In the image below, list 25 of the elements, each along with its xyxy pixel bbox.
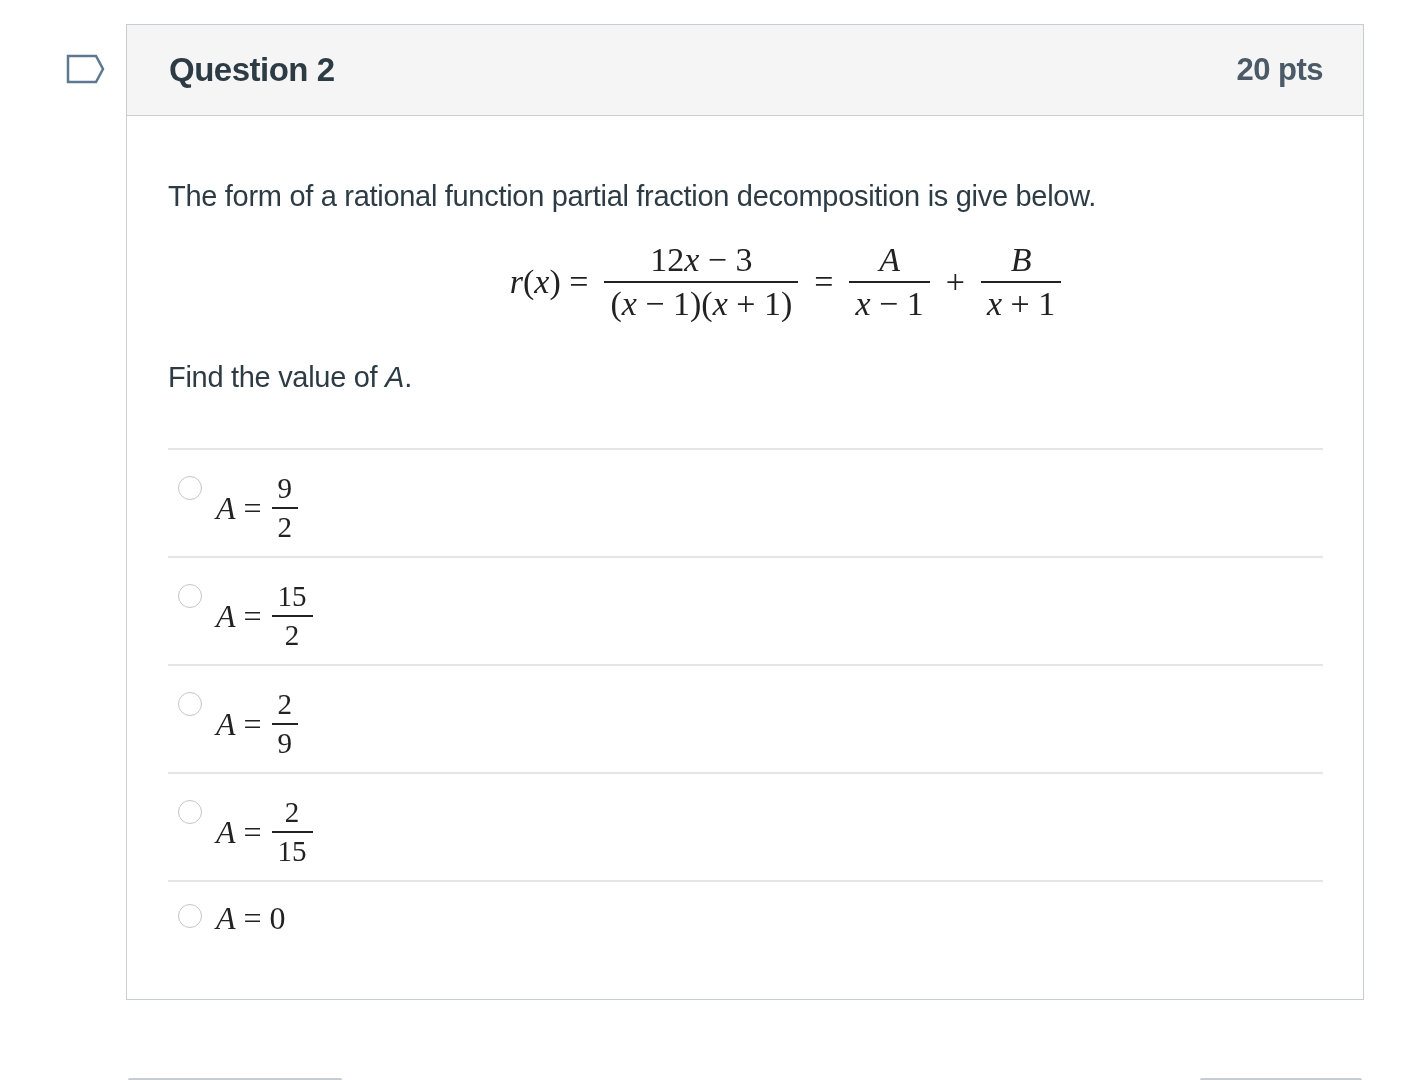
answer-label: A = [216, 489, 262, 527]
math-fraction: B x + 1 [980, 241, 1062, 323]
question-prompt: Find the value of A. [168, 361, 413, 394]
radio-button[interactable] [178, 800, 202, 824]
math-symbol: = [814, 263, 834, 301]
radio-button[interactable] [178, 584, 202, 608]
math-symbol: r(x) = [509, 263, 589, 301]
points-label: 20 pts [1236, 52, 1323, 88]
question-text: The form of a rational function partial fraction decomposition is give below. [168, 180, 1097, 213]
radio-button[interactable] [178, 904, 202, 928]
answer-fraction: 2 15 [271, 796, 313, 868]
answer-label: A = [216, 597, 262, 635]
answer-label: A = [216, 813, 262, 851]
question-title: Question 2 [169, 51, 335, 89]
answer-label: A = [216, 705, 262, 743]
answer-label: A = 0 [216, 900, 286, 937]
math-fraction: A x − 1 [849, 241, 930, 323]
answer-fraction: 15 2 [271, 580, 313, 652]
radio-button[interactable] [178, 476, 202, 500]
answer-fraction: 9 2 [271, 472, 299, 544]
math-fraction: 12x − 3 (x − 1)(x + 1) [604, 241, 799, 323]
answer-fraction: 2 9 [271, 688, 299, 760]
math-symbol: + [945, 263, 965, 301]
flag-icon[interactable] [66, 54, 106, 84]
radio-button[interactable] [178, 692, 202, 716]
